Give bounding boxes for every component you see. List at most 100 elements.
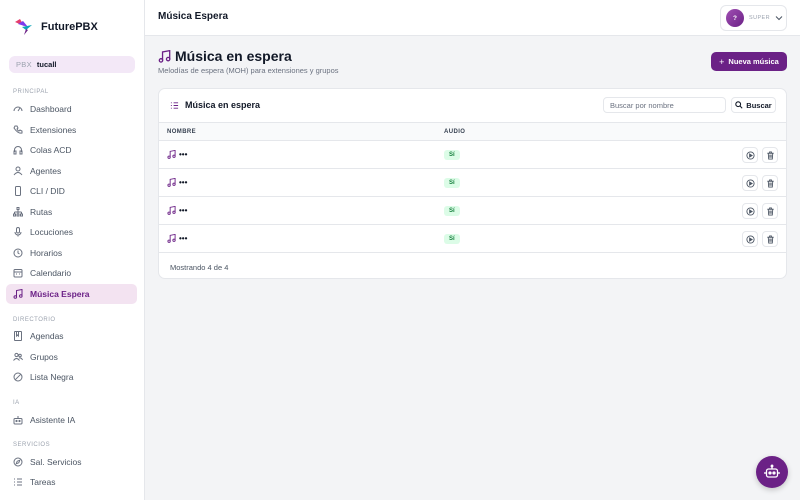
music-note-icon	[13, 289, 23, 299]
table-row[interactable]: ••• Sí	[159, 225, 786, 253]
music-list-card: Música en espera Buscar NOMBRE AUDIO •••…	[158, 88, 787, 279]
row-name: •••	[167, 206, 187, 215]
table-row[interactable]: ••• Sí	[159, 197, 786, 225]
sidebar-item-cli-did[interactable]: CLI / DID	[6, 181, 137, 201]
compass-icon	[13, 457, 23, 467]
table-header: NOMBRE AUDIO	[159, 122, 786, 141]
row-name: •••	[167, 150, 187, 159]
sidebar-item-extensiones[interactable]: Extensiones	[6, 120, 137, 140]
sidebar-item-label: Lista Negra	[30, 372, 74, 382]
sidebar-item-grupos[interactable]: Grupos	[6, 347, 137, 367]
topbar-title: Música Espera	[158, 11, 229, 22]
list-icon	[14, 478, 22, 486]
music-note-icon	[167, 234, 176, 243]
hummingbird-logo-icon	[15, 19, 32, 35]
search-button-label: Buscar	[746, 100, 772, 110]
sidebar-item-tareas[interactable]: Tareas	[6, 472, 137, 492]
play-circle-icon	[745, 178, 755, 188]
section-ia: IA	[13, 400, 20, 406]
mobile-icon	[15, 186, 21, 196]
music-note-icon	[158, 49, 171, 63]
section-directorio: DIRECTORIO	[13, 317, 56, 323]
sidebar-item-locuciones[interactable]: Locuciones	[6, 222, 137, 242]
sidebar-item-label: Horarios	[30, 248, 63, 258]
sidebar-item-label: Extensiones	[30, 125, 77, 135]
sidebar-item-musica-espera[interactable]: Música Espera	[6, 284, 137, 304]
sidebar-item-rutas[interactable]: Rutas	[6, 202, 137, 222]
sidebar-item-dashboard[interactable]: Dashboard	[6, 99, 137, 119]
page-title: Música en espera	[158, 48, 292, 64]
sidebar-item-label: Rutas	[30, 207, 53, 217]
sidebar-item-label: Tareas	[30, 477, 56, 487]
sidebar-item-label: Calendario	[30, 268, 72, 278]
sidebar-item-sal-servicios[interactable]: Sal. Servicios	[6, 452, 137, 472]
music-note-icon	[167, 150, 176, 159]
audio-status-badge: Sí	[444, 234, 460, 244]
topbar: Música Espera ? SUPER	[145, 0, 800, 36]
trash-icon	[766, 234, 774, 244]
table-row[interactable]: ••• Sí	[159, 141, 786, 169]
sidebar-item-colas-acd[interactable]: Colas ACD	[6, 140, 137, 160]
delete-button[interactable]	[762, 175, 778, 191]
section-servicios: SERVICIOS	[13, 442, 51, 448]
user-menu[interactable]: ? SUPER	[720, 5, 787, 31]
pbx-value: tucall	[36, 60, 57, 69]
gauge-icon	[13, 106, 23, 112]
list-icon	[170, 101, 179, 109]
assistant-fab-button[interactable]	[756, 456, 788, 488]
calendar-icon	[13, 269, 23, 278]
sidebar-item-agendas[interactable]: Agendas	[6, 326, 137, 346]
app-logo[interactable]: FuturePBX	[14, 16, 98, 38]
headset-icon	[13, 146, 23, 155]
sidebar-item-label: Música Espera	[30, 289, 90, 299]
delete-button[interactable]	[762, 147, 778, 163]
sidebar-item-label: Colas ACD	[30, 145, 72, 155]
search-input[interactable]	[603, 97, 726, 113]
audio-status-badge: Sí	[444, 206, 460, 216]
sidebar-item-label: Locuciones	[30, 227, 74, 237]
sidebar-item-calendario[interactable]: Calendario	[6, 263, 137, 283]
search-icon	[735, 101, 743, 109]
row-name-text: •••	[179, 206, 188, 215]
pagination-summary: Mostrando 4 de 4	[170, 263, 229, 272]
row-name: •••	[167, 178, 187, 187]
sidebar-item-horarios[interactable]: Horarios	[6, 243, 137, 263]
route-icon	[13, 207, 23, 217]
delete-button[interactable]	[762, 203, 778, 219]
delete-button[interactable]	[762, 231, 778, 247]
microphone-icon	[14, 227, 22, 237]
play-button[interactable]	[742, 175, 758, 191]
play-button[interactable]	[742, 203, 758, 219]
sidebar-item-lista-negra[interactable]: Lista Negra	[6, 367, 137, 387]
row-name: •••	[167, 234, 187, 243]
play-button[interactable]	[742, 147, 758, 163]
audio-status-badge: Sí	[444, 178, 460, 188]
plus-icon: +	[719, 56, 725, 67]
audio-status-badge: Sí	[444, 150, 460, 160]
robot-icon	[764, 464, 780, 478]
table-row[interactable]: ••• Sí	[159, 169, 786, 197]
sidebar-item-label: Dashboard	[30, 104, 72, 114]
new-music-button-label: Nueva música	[728, 57, 779, 66]
page-subtitle: Melodías de espera (MOH) para extensione…	[158, 66, 339, 75]
section-principal: PRINCIPAL	[13, 89, 49, 95]
play-button[interactable]	[742, 231, 758, 247]
user-icon	[13, 166, 23, 176]
trash-icon	[766, 150, 774, 160]
ban-icon	[13, 372, 23, 382]
sidebar-item-agentes[interactable]: Agentes	[6, 161, 137, 181]
chevron-down-icon	[775, 16, 783, 21]
search-button[interactable]: Buscar	[731, 97, 776, 113]
sidebar-item-label: Agentes	[30, 166, 62, 176]
pbx-label: PBX	[16, 60, 32, 69]
sidebar-item-label: Agendas	[30, 331, 64, 341]
pbx-selector[interactable]: PBX tucall	[9, 56, 135, 73]
music-note-icon	[167, 206, 176, 215]
new-music-button[interactable]: + Nueva música	[711, 52, 787, 71]
row-name-text: •••	[179, 234, 188, 243]
sidebar-item-asistente-ia[interactable]: Asistente IA	[6, 410, 137, 430]
app-name: FuturePBX	[41, 21, 98, 33]
clock-icon	[13, 248, 23, 258]
sidebar-item-label: Sal. Servicios	[30, 457, 82, 467]
sidebar-item-label: Asistente IA	[30, 415, 76, 425]
